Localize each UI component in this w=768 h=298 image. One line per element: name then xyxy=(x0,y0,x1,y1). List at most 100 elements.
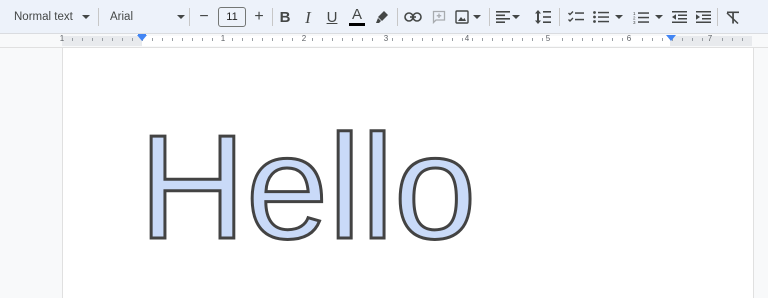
left-indent-marker[interactable] xyxy=(137,35,147,41)
ruler-tick xyxy=(292,38,293,41)
ruler-tick xyxy=(582,38,583,41)
chevron-down-icon xyxy=(615,15,623,19)
ruler-tick xyxy=(732,38,733,41)
toolbar-divider xyxy=(489,8,490,26)
font-family-label: Arial xyxy=(110,11,134,23)
increase-font-size-button[interactable]: + xyxy=(248,0,270,34)
increase-indent-button[interactable] xyxy=(692,0,714,34)
ruler-number: 6 xyxy=(626,34,632,43)
ruler-tick xyxy=(412,38,413,41)
ruler-number: 3 xyxy=(383,34,389,43)
ruler-tick xyxy=(602,38,603,41)
highlight-color-button[interactable] xyxy=(372,0,392,34)
ruler-tick xyxy=(182,38,183,41)
ruler-tick xyxy=(572,38,573,41)
ruler-number: 2 xyxy=(301,34,307,43)
highlighter-icon xyxy=(376,11,388,23)
ruler-tick xyxy=(102,38,103,41)
bulleted-list-icon xyxy=(593,11,609,23)
ruler-tick xyxy=(242,38,243,41)
numbered-list-button[interactable]: 1 2 3 xyxy=(630,0,666,34)
checklist-button[interactable] xyxy=(564,0,588,34)
insert-link-button[interactable] xyxy=(401,0,425,34)
increase-indent-icon xyxy=(695,11,711,23)
align-dropdown-button[interactable] xyxy=(494,0,522,34)
ruler-tick xyxy=(692,38,693,41)
chevron-down-icon xyxy=(655,15,663,19)
toolbar-divider xyxy=(272,8,273,26)
line-spacing-button[interactable] xyxy=(531,0,555,34)
ruler-number: 5 xyxy=(545,34,551,43)
link-icon xyxy=(404,12,422,22)
ruler-tick xyxy=(232,38,233,41)
decrease-indent-button[interactable] xyxy=(668,0,690,34)
insert-image-button[interactable] xyxy=(452,0,484,34)
ruler-tick xyxy=(642,38,643,41)
ruler-tick xyxy=(332,38,333,41)
ruler-tick xyxy=(482,38,483,41)
ruler-tick xyxy=(542,38,543,41)
minus-icon: − xyxy=(199,8,209,25)
ruler-tick xyxy=(612,38,613,41)
ruler-tick xyxy=(272,38,273,41)
toolbar-divider xyxy=(559,8,560,26)
insert-comment-button[interactable] xyxy=(428,0,450,34)
paragraph-style-dropdown[interactable]: Normal text xyxy=(6,0,96,34)
ruler-tick xyxy=(112,38,113,41)
ruler-tick xyxy=(372,38,373,41)
ruler-tick xyxy=(202,38,203,41)
toolbar-divider xyxy=(189,8,190,26)
ruler-track xyxy=(62,36,752,46)
bold-icon: B xyxy=(279,8,291,26)
ruler-number: 1 xyxy=(59,34,65,43)
text-color-swatch xyxy=(349,23,365,26)
ruler-tick xyxy=(622,38,623,41)
toolbar-divider xyxy=(717,8,718,26)
text-color-letter: A xyxy=(351,6,362,23)
document-page[interactable]: Hello xyxy=(62,48,754,298)
clear-formatting-button[interactable] xyxy=(722,0,744,34)
align-left-icon xyxy=(496,11,510,23)
chevron-down-icon xyxy=(512,15,520,19)
ruler-tick xyxy=(82,38,83,41)
ruler-tick xyxy=(392,38,393,41)
ruler-number: 7 xyxy=(707,34,713,43)
ruler-tick xyxy=(172,38,173,41)
ruler-tick xyxy=(532,38,533,41)
ruler-tick xyxy=(342,38,343,41)
decrease-indent-icon xyxy=(671,11,687,23)
ruler-tick xyxy=(432,38,433,41)
ruler-tick xyxy=(472,38,473,41)
ruler-tick xyxy=(132,38,133,41)
chevron-down-icon xyxy=(82,15,90,19)
font-size-input[interactable]: 11 xyxy=(218,7,246,27)
numbered-list-icon: 1 2 3 xyxy=(633,11,649,24)
toolbar-divider xyxy=(98,8,99,26)
bold-button[interactable]: B xyxy=(276,0,294,34)
toolbar-divider xyxy=(397,8,398,26)
italic-button[interactable]: I xyxy=(299,0,317,34)
paragraph-style-label: Normal text xyxy=(14,11,73,23)
underline-icon: U xyxy=(326,8,338,26)
ruler-tick xyxy=(452,38,453,41)
ruler-tick xyxy=(462,38,463,41)
text-color-button[interactable]: A xyxy=(347,0,367,34)
image-icon xyxy=(455,10,469,24)
ruler-tick xyxy=(162,38,163,41)
bulleted-list-button[interactable] xyxy=(590,0,626,34)
chevron-down-icon xyxy=(473,15,481,19)
horizontal-ruler[interactable]: 1 1 2 3 4 5 6 7 xyxy=(0,34,768,48)
ruler-tick xyxy=(742,38,743,41)
ruler-tick xyxy=(252,38,253,41)
font-family-dropdown[interactable]: Arial xyxy=(104,0,188,34)
ruler-tick xyxy=(72,38,73,41)
ruler-tick xyxy=(262,38,263,41)
ruler-tick xyxy=(92,38,93,41)
ruler-tick xyxy=(422,38,423,41)
decrease-font-size-button[interactable]: − xyxy=(193,0,215,34)
hello-text-graphic[interactable]: Hello xyxy=(63,48,753,298)
ruler-tick xyxy=(652,38,653,41)
underline-button[interactable]: U xyxy=(323,0,341,34)
right-indent-marker[interactable] xyxy=(666,35,676,41)
line-spacing-icon xyxy=(535,10,551,24)
